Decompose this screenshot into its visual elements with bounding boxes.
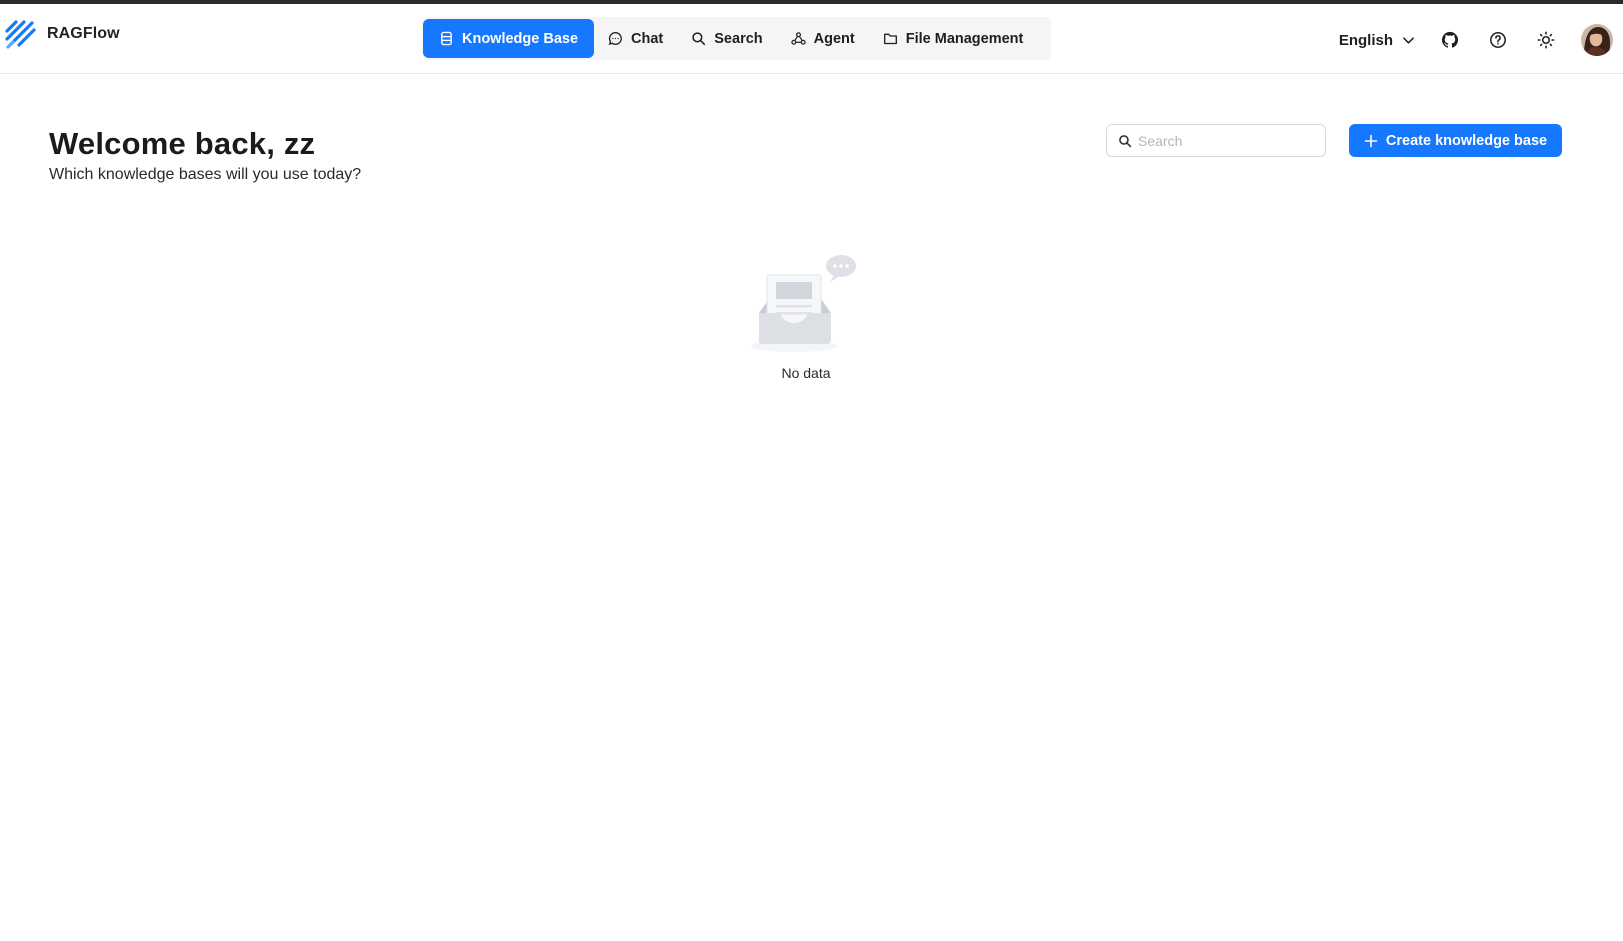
plus-icon [1364, 134, 1378, 147]
nav-item-file-management[interactable]: File Management [869, 19, 1038, 58]
brand[interactable]: RAGFlow [4, 18, 120, 50]
search-icon [692, 32, 706, 46]
user-avatar-icon [1581, 24, 1613, 56]
nav-item-search[interactable]: Search [677, 19, 776, 58]
help-icon [1490, 32, 1506, 48]
top-header: RAGFlow Knowledge Base Chat Search Agent… [0, 4, 1623, 74]
page-title: Welcome back, zz [49, 126, 316, 161]
chat-bubble-icon [608, 32, 622, 46]
ragflow-logo-icon [5, 20, 36, 49]
chevron-down-icon [1403, 36, 1414, 44]
nav-item-label: Chat [631, 30, 664, 47]
language-selector[interactable]: English [1339, 32, 1415, 49]
search-icon [1119, 134, 1132, 147]
empty-state-text: No data [781, 365, 831, 381]
page-subtitle: Which knowledge bases will you use today… [49, 166, 362, 183]
folder-icon [883, 33, 897, 45]
nav-item-label: Search [714, 30, 763, 47]
user-avatar[interactable] [1581, 24, 1613, 56]
github-icon [1441, 31, 1459, 48]
github-button[interactable] [1437, 27, 1463, 53]
empty-inbox-icon [751, 255, 856, 352]
empty-state: No data [751, 255, 856, 381]
nav-item-label: Agent [813, 30, 855, 47]
language-label: English [1338, 31, 1393, 49]
help-button[interactable] [1485, 27, 1511, 53]
knowledge-base-search[interactable] [1106, 124, 1326, 157]
agent-graph-icon [790, 32, 806, 45]
create-knowledge-base-label: Create knowledge base [1385, 132, 1548, 149]
database-icon [441, 31, 452, 46]
create-knowledge-base-button[interactable]: Create knowledge base [1349, 124, 1562, 157]
main-nav: Knowledge Base Chat Search Agent File Ma… [422, 17, 1052, 60]
theme-toggle-button[interactable] [1533, 27, 1559, 53]
header-actions: English [1339, 24, 1613, 56]
search-input[interactable] [1138, 132, 1318, 149]
nav-item-agent[interactable]: Agent [777, 19, 869, 58]
nav-item-label: Knowledge Base [462, 30, 579, 47]
nav-item-label: File Management [905, 30, 1024, 47]
sun-icon [1537, 31, 1555, 49]
nav-item-knowledge-base[interactable]: Knowledge Base [423, 19, 595, 58]
brand-name: RAGFlow [47, 25, 120, 42]
nav-item-chat[interactable]: Chat [594, 19, 677, 58]
